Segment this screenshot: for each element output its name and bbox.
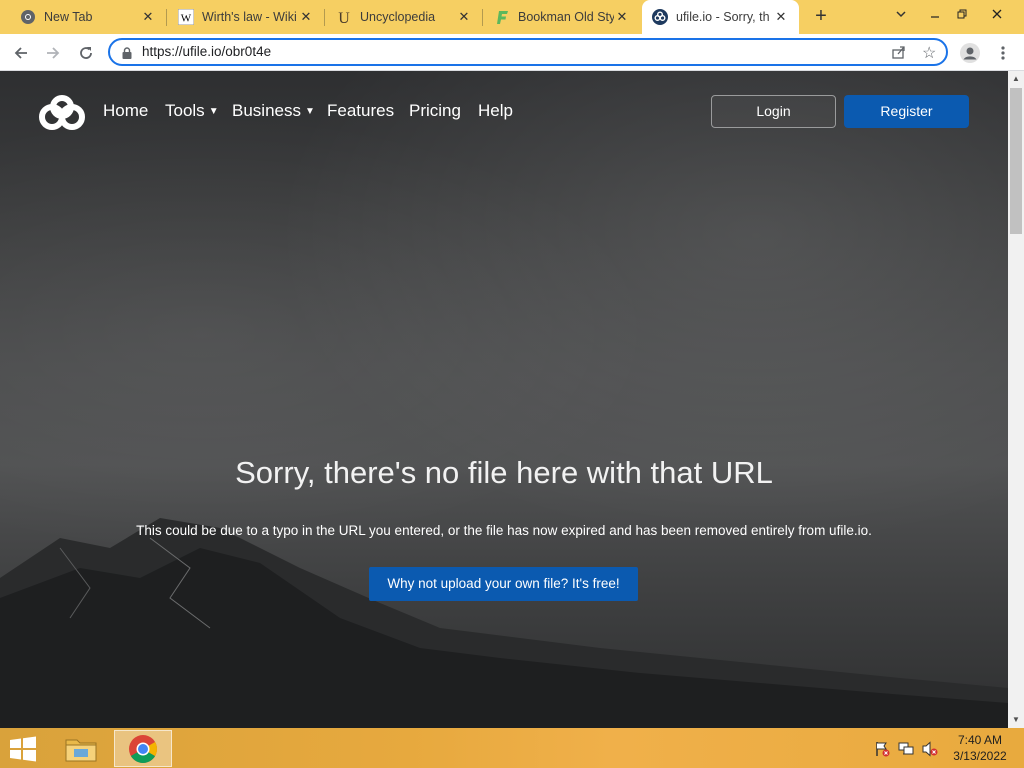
scrollbar-thumb[interactable]	[1010, 88, 1022, 234]
nav-features[interactable]: Features	[327, 101, 394, 121]
ufile-icon	[652, 9, 668, 25]
url-text[interactable]: https://ufile.io/obr0t4e	[142, 44, 271, 59]
svg-text:U: U	[338, 10, 350, 25]
browser-toolbar: https://ufile.io/obr0t4e ☆	[0, 34, 1024, 71]
chrome-taskbar-icon[interactable]	[114, 730, 172, 767]
tab-title: New Tab	[44, 10, 93, 24]
clock-date: 3/13/2022	[953, 749, 1007, 763]
tab-title: ufile.io - Sorry, th	[676, 10, 770, 24]
reload-icon[interactable]	[73, 40, 99, 66]
new-tab-button[interactable]: +	[809, 6, 833, 28]
close-tab-icon[interactable]: ✕	[614, 9, 630, 25]
back-arrow-icon[interactable]	[8, 40, 34, 66]
scroll-down-arrow-icon[interactable]: ▼	[1008, 712, 1024, 728]
chevron-down-icon: ▼	[208, 106, 219, 117]
page-content: Home Tools ▼ Business ▼ Features Pricing H…	[0, 71, 1008, 728]
tab-wirths-law[interactable]: W Wirth's law - Wiki ✕	[166, 0, 325, 34]
tab-strip: New Tab ✕ W Wirth's law - Wiki ✕ U Uncyc…	[0, 0, 1024, 34]
menu-kebab-icon[interactable]	[990, 40, 1016, 66]
svg-text:W: W	[181, 13, 192, 25]
volume-muted-icon[interactable]	[922, 741, 938, 757]
tab-title: Uncyclopedia	[360, 10, 436, 24]
chevron-down-icon: ▼	[304, 106, 315, 117]
close-tab-icon[interactable]: ✕	[140, 9, 156, 25]
tab-new-tab[interactable]: New Tab ✕	[0, 0, 167, 34]
tab-title: Wirth's law - Wiki	[202, 10, 297, 24]
nav-business[interactable]: Business ▼	[232, 101, 315, 121]
restore-icon[interactable]	[945, 0, 979, 32]
network-icon[interactable]	[898, 741, 914, 757]
nav-pricing[interactable]: Pricing	[409, 101, 461, 121]
fontsgeek-icon	[494, 9, 510, 25]
login-button[interactable]: Login	[711, 95, 836, 128]
close-tab-icon[interactable]: ✕	[298, 9, 314, 25]
site-nav: Home Tools ▼ Business ▼ Features Pricing H…	[0, 71, 1008, 151]
bookmark-star-icon[interactable]: ☆	[922, 43, 936, 63]
error-headline: Sorry, there's no file here with that UR…	[235, 455, 773, 490]
file-explorer-icon[interactable]	[52, 730, 110, 767]
windows-taskbar: 7:40 AM 3/13/2022	[0, 728, 1024, 768]
tab-search-chevron-icon[interactable]	[884, 0, 918, 32]
close-window-icon[interactable]	[980, 0, 1014, 32]
error-description: This could be due to a typo in the URL y…	[136, 523, 872, 538]
upload-cta-button[interactable]: Why not upload your own file? It's free!	[369, 567, 638, 601]
vertical-scrollbar[interactable]: ▲ ▼	[1008, 71, 1024, 728]
wikipedia-icon: W	[178, 9, 194, 25]
share-icon[interactable]	[891, 44, 907, 65]
profile-avatar-icon[interactable]	[957, 40, 983, 66]
action-center-flag-icon[interactable]	[874, 741, 890, 757]
register-button[interactable]: Register	[844, 95, 969, 128]
chrome-icon	[20, 9, 36, 25]
lock-icon	[122, 46, 132, 64]
system-clock[interactable]: 7:40 AM 3/13/2022	[948, 732, 1012, 764]
close-tab-icon[interactable]: ✕	[456, 9, 472, 25]
tab-uncyclopedia[interactable]: U Uncyclopedia ✕	[324, 0, 483, 34]
forward-arrow-icon[interactable]	[40, 40, 66, 66]
clock-time: 7:40 AM	[957, 733, 1003, 747]
tab-ufile[interactable]: ufile.io - Sorry, th ✕	[642, 0, 799, 34]
windows-start-icon[interactable]	[8, 736, 40, 762]
ufile-logo-icon[interactable]	[38, 95, 86, 136]
tab-bookman-old-style[interactable]: Bookman Old Style ✕	[482, 0, 640, 34]
uncyclopedia-icon: U	[336, 9, 352, 25]
address-bar[interactable]: https://ufile.io/obr0t4e ☆	[108, 38, 948, 66]
nav-home[interactable]: Home	[103, 101, 148, 121]
close-tab-icon[interactable]: ✕	[773, 9, 789, 25]
nav-help[interactable]: Help	[478, 101, 513, 121]
nav-tools[interactable]: Tools ▼	[165, 101, 219, 121]
mountain-background	[0, 518, 1008, 728]
tab-title: Bookman Old Style	[518, 10, 614, 24]
scroll-up-arrow-icon[interactable]: ▲	[1008, 71, 1024, 87]
nav-business-label: Business	[232, 101, 301, 120]
nav-tools-label: Tools	[165, 101, 205, 120]
